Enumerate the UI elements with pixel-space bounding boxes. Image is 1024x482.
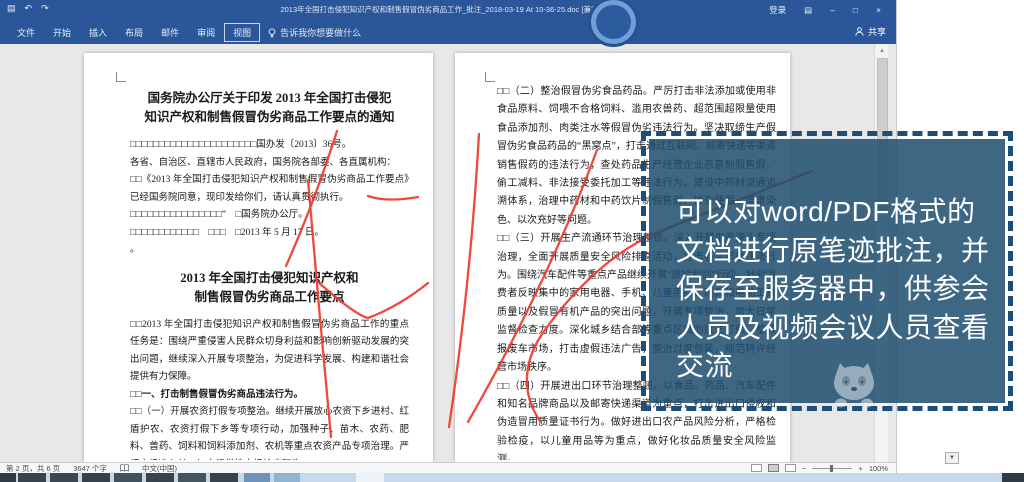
page-indicator[interactable]: 第 2 页，共 6 页 — [6, 463, 60, 474]
doc-number: □□□□□□□□□□□□□□□□□□□□□□国办发〔2013〕36号。 — [130, 137, 409, 155]
window-title: 2013年全国打击侵犯知识产权和制售假冒伪劣商品工作_批注_2018-03-19… — [120, 4, 776, 15]
zoom-level[interactable]: 100% — [869, 464, 888, 473]
tab-view[interactable]: 视图 — [224, 23, 260, 42]
taskbar-app-icon[interactable] — [114, 473, 142, 482]
quick-access-toolbar: ▤ ↶ ↷ — [7, 3, 49, 14]
person-icon — [855, 27, 864, 36]
taskbar-app-icon[interactable] — [18, 473, 46, 482]
scroll-up-icon[interactable]: ▲ — [876, 45, 888, 57]
annotation-callout-box: 可以对word/PDF格式的文档进行原笔迹批注，并保存至服务器中，供参会人员及视… — [641, 131, 1013, 411]
doc-paragraph: □□（一）开展农资打假专项整治。继续开展放心农资下乡进村、红盾护农、农资打假下乡… — [130, 404, 409, 460]
close-button[interactable]: × — [867, 0, 890, 21]
window-controls: 登录 ▤ – □ × — [760, 0, 890, 21]
taskbar-app-icon[interactable] — [50, 473, 78, 482]
zoom-out-button[interactable]: − — [802, 464, 806, 473]
zoom-slider[interactable] — [812, 468, 852, 469]
floating-circle-badge[interactable] — [591, 0, 636, 44]
language-indicator[interactable]: 中文(中国) — [142, 463, 177, 474]
ribbon-display-options-icon[interactable]: ▤ — [795, 0, 821, 21]
margin-crop-mark — [116, 72, 126, 82]
callout-fill: 可以对word/PDF格式的文档进行原笔迹批注，并保存至服务器中，供参会人员及视… — [649, 139, 1005, 403]
callout-text: 可以对word/PDF格式的文档进行原笔迹批注，并保存至服务器中，供参会人员及视… — [676, 193, 995, 386]
ribbon-tab-bar: 文件 开始 插入 布局 邮件 审阅 视图 告诉我你想要做什么 — [0, 21, 896, 44]
taskbar-start-segment[interactable] — [0, 473, 16, 482]
taskbar[interactable] — [0, 473, 1024, 482]
taskbar-app-icon[interactable] — [82, 473, 110, 482]
margin-crop-mark — [485, 72, 495, 82]
restore-button[interactable]: □ — [844, 0, 867, 21]
screen: ▤ ↶ ↷ 2013年全国打击侵犯知识产权和制售假冒伪劣商品工作_批注_2018… — [0, 0, 1024, 482]
taskbar-app-icon[interactable] — [178, 473, 206, 482]
tab-file[interactable]: 文件 — [8, 23, 44, 42]
status-bar: 第 2 页，共 6 页 3647 个字 中文(中国) − + 100% — [0, 462, 896, 473]
taskbar-app-icon[interactable] — [244, 473, 270, 482]
doc-title-line: 知识产权和制售假冒伪劣商品工作要点的通知 — [130, 108, 409, 127]
save-icon[interactable]: ▤ — [7, 3, 16, 14]
undo-icon[interactable]: ↶ — [25, 3, 33, 14]
read-mode-icon[interactable] — [751, 464, 762, 472]
doc-signature: □□□□□□□□□□□□□□□□” □国务院办公厅。 — [130, 207, 409, 225]
zoom-slider-thumb[interactable] — [830, 465, 833, 472]
taskbar-app-icon[interactable] — [274, 473, 300, 482]
doc-date: □□□□□□□□□□□□ □□□ □2013 年 5 月 17 日。 — [130, 225, 409, 243]
taskbar-app-icon[interactable] — [210, 473, 238, 482]
taskbar-end-segment[interactable] — [1002, 473, 1024, 482]
taskbar-app-icon[interactable] — [146, 473, 174, 482]
doc-title-line: 国务院办公厅关于印发 2013 年全国打击侵犯 — [130, 89, 409, 108]
doc-subtitle-line: 制售假冒伪劣商品工作要点 — [130, 288, 409, 307]
husky-mascot-icon — [827, 361, 881, 411]
minimize-button[interactable]: – — [821, 0, 844, 21]
share-button[interactable]: 共享 — [855, 25, 886, 38]
word-count[interactable]: 3647 个字 — [73, 463, 107, 474]
page-left[interactable]: 国务院办公厅关于印发 2013 年全国打击侵犯 知识产权和制售假冒伪劣商品工作要… — [84, 53, 433, 462]
tab-review[interactable]: 审阅 — [188, 23, 224, 42]
doc-section-heading: □□一、打击制售假冒伪劣商品违法行为。 — [130, 387, 409, 405]
tab-mailings[interactable]: 邮件 — [152, 23, 188, 42]
lightbulb-icon — [268, 28, 276, 38]
title-bar: ▤ ↶ ↷ 2013年全国打击侵犯知识产权和制售假冒伪劣商品工作_批注_2018… — [0, 0, 896, 21]
zoom-in-button[interactable]: + — [858, 464, 862, 473]
tab-insert[interactable]: 插入 — [80, 23, 116, 42]
tab-home[interactable]: 开始 — [44, 23, 80, 42]
print-layout-icon[interactable] — [768, 464, 779, 472]
page-left-content: 国务院办公厅关于印发 2013 年全国打击侵犯 知识产权和制售假冒伪劣商品工作要… — [130, 89, 409, 460]
doc-paragraph: □□《2013 年全国打击侵犯知识产权和制售假冒伪劣商品工作要点》已经国务院同意… — [130, 172, 409, 207]
web-layout-icon[interactable] — [785, 464, 796, 472]
doc-paragraph-mark: 。 — [130, 242, 409, 260]
tell-me-box[interactable]: 告诉我你想要做什么 — [268, 26, 361, 39]
stray-dropdown-button[interactable]: ▼ — [945, 452, 959, 464]
tab-layout[interactable]: 布局 — [116, 23, 152, 42]
doc-subtitle-line: 2013 年全国打击侵犯知识产权和 — [130, 269, 409, 288]
proofing-book-icon[interactable] — [120, 464, 129, 472]
doc-addressee: 各省、自治区、直辖市人民政府，国务院各部委、各直属机构： — [130, 155, 409, 173]
doc-paragraph: □□2013 年全国打击侵犯知识产权和制售假冒伪劣商品工作的重点任务是：围绕严重… — [130, 317, 409, 387]
tell-me-label: 告诉我你想要做什么 — [280, 26, 361, 39]
login-button[interactable]: 登录 — [760, 0, 795, 21]
share-label: 共享 — [868, 25, 886, 38]
redo-icon[interactable]: ↷ — [41, 3, 49, 14]
taskbar-app-icon[interactable] — [356, 473, 384, 482]
